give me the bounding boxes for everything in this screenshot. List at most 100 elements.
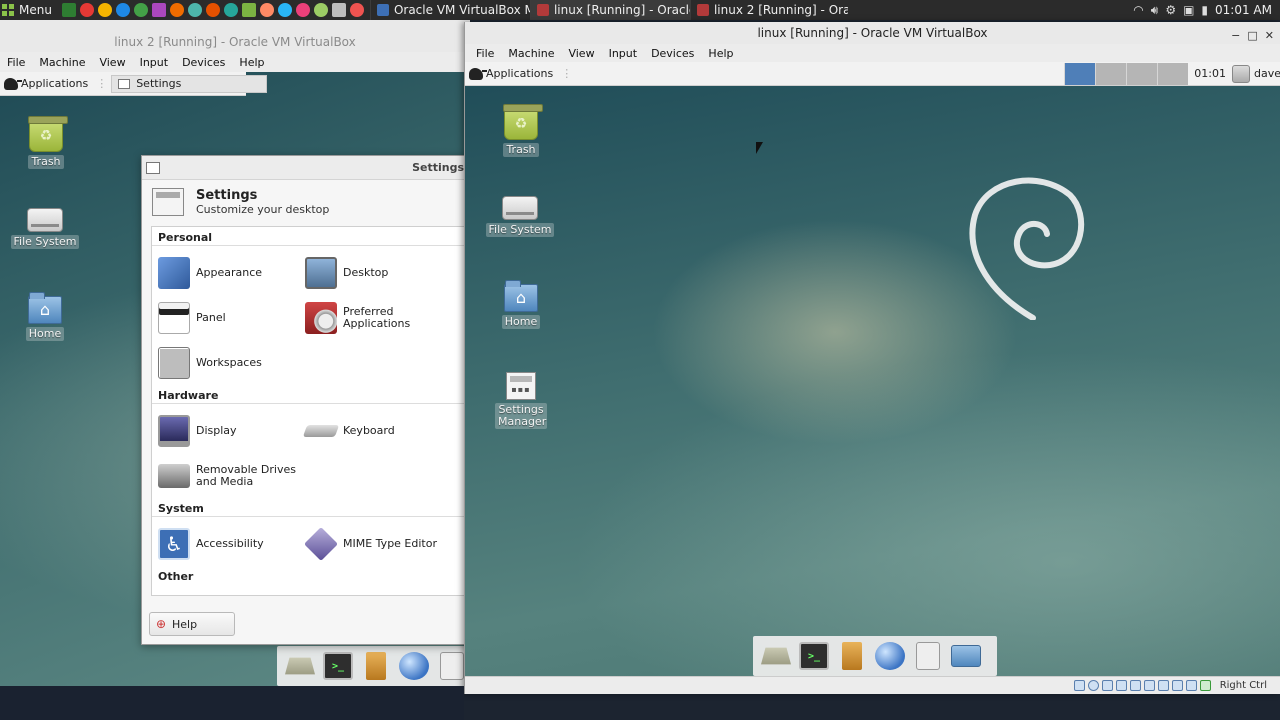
- workspace-1[interactable]: [1064, 62, 1096, 85]
- workspace-3[interactable]: [1126, 62, 1158, 85]
- desktop-icon: [305, 256, 337, 289]
- gear-icon[interactable]: ⚙: [1165, 3, 1176, 17]
- host-task-linux[interactable]: linux [Running] - Oracle...: [529, 0, 690, 20]
- launcher-icon-10[interactable]: [223, 3, 238, 17]
- settings-item-keyboard[interactable]: Keyboard: [302, 408, 452, 453]
- launcher-icon-13[interactable]: [277, 3, 292, 17]
- launcher-icon-8[interactable]: [187, 3, 202, 17]
- menu-file[interactable]: File: [469, 47, 501, 60]
- launcher-icon-4[interactable]: [115, 3, 130, 17]
- menu-input[interactable]: Input: [133, 56, 175, 69]
- desktop-icon-settings-manager[interactable]: Settings Manager: [481, 368, 561, 429]
- maximize-icon[interactable]: □: [1247, 25, 1257, 47]
- launcher-icon-3[interactable]: [97, 3, 112, 17]
- settings-item-accessibility[interactable]: ♿︎ Accessibility: [158, 521, 305, 566]
- volume-icon[interactable]: 🔊︎: [1151, 3, 1159, 18]
- terminal-icon[interactable]: [323, 652, 353, 680]
- optical-drive-icon[interactable]: [1087, 680, 1099, 691]
- close-icon[interactable]: ✕: [1265, 25, 1274, 47]
- launcher-icon-11[interactable]: [241, 3, 256, 17]
- desktop-icon-file-system[interactable]: File System: [5, 202, 85, 249]
- battery-icon[interactable]: ▮: [1201, 3, 1208, 17]
- settings-item-appearance[interactable]: Appearance: [158, 250, 305, 295]
- launcher-icon-16[interactable]: [331, 3, 346, 17]
- workspace-2[interactable]: [1095, 62, 1127, 85]
- vm-window-linux-2[interactable]: linux 2 [Running] - Oracle VM VirtualBox…: [0, 20, 470, 686]
- launcher-icon-14[interactable]: [295, 3, 310, 17]
- vm-window-titlebar[interactable]: linux [Running] - Oracle VM VirtualBox −…: [465, 22, 1280, 44]
- settings-titlebar[interactable]: Settings: [142, 156, 470, 180]
- settings-item-preferred-applications[interactable]: Preferred Applications: [305, 295, 452, 340]
- app-finder-icon[interactable]: [440, 652, 464, 680]
- desktop-icon-trash[interactable]: Trash: [481, 104, 561, 157]
- menu-view[interactable]: View: [561, 47, 601, 60]
- drive-icon[interactable]: [285, 657, 315, 675]
- settings-item-removable-drives[interactable]: Removable Drives and Media: [158, 453, 305, 498]
- host-task-virtualbox-manager[interactable]: Oracle VM VirtualBox M...: [369, 0, 530, 20]
- file-manager-icon[interactable]: [842, 642, 862, 670]
- minimize-icon[interactable]: −: [1231, 25, 1240, 47]
- launcher-icon-12[interactable]: [259, 3, 274, 17]
- menu-help[interactable]: Help: [232, 56, 271, 69]
- menu-machine[interactable]: Machine: [32, 56, 92, 69]
- guest-desktop[interactable]: Applications ⋮ 01:01 dave Trash File Sys…: [465, 62, 1280, 676]
- desktop-icon-file-system[interactable]: File System: [480, 190, 560, 237]
- settings-item-mime-type-editor[interactable]: MIME Type Editor: [304, 521, 452, 566]
- cpu-icon[interactable]: [1185, 680, 1197, 691]
- folder-icon[interactable]: [951, 645, 981, 667]
- usb-icon[interactable]: [1129, 680, 1141, 691]
- web-browser-icon[interactable]: [399, 652, 429, 680]
- video-capture-icon[interactable]: [1171, 680, 1183, 691]
- hard-disk-icon[interactable]: [1073, 680, 1085, 691]
- applications-menu-button[interactable]: Applications: [465, 62, 557, 86]
- settings-manager-icon: [506, 372, 536, 400]
- menu-machine[interactable]: Machine: [501, 47, 561, 60]
- vm-window-linux[interactable]: linux [Running] - Oracle VM VirtualBox −…: [464, 22, 1280, 694]
- network-icon[interactable]: [1115, 680, 1127, 691]
- guest-clock[interactable]: 01:01: [1188, 67, 1232, 80]
- web-browser-icon[interactable]: [875, 642, 905, 670]
- mouse-integration-icon[interactable]: [1199, 680, 1211, 691]
- help-button[interactable]: Help: [149, 612, 235, 636]
- launcher-icon-15[interactable]: [313, 3, 328, 17]
- settings-item-desktop[interactable]: Desktop: [305, 250, 452, 295]
- menu-help[interactable]: Help: [701, 47, 740, 60]
- launcher-icon-2[interactable]: [79, 3, 94, 17]
- launcher-icon-1[interactable]: [61, 3, 76, 17]
- launcher-icon-5[interactable]: [133, 3, 148, 17]
- workspace-4[interactable]: [1157, 62, 1189, 85]
- host-task-linux-2[interactable]: linux 2 [Running] - Orac...: [689, 0, 848, 20]
- host-menu-button[interactable]: Menu: [0, 0, 58, 20]
- app-finder-icon[interactable]: [916, 642, 940, 670]
- applications-menu-button[interactable]: Applications: [0, 72, 92, 96]
- display-icon[interactable]: [1157, 680, 1169, 691]
- terminal-icon[interactable]: [799, 642, 829, 670]
- wifi-icon[interactable]: ◠: [1133, 3, 1143, 17]
- taskbar-button-settings[interactable]: Settings: [111, 74, 268, 93]
- settings-item-workspaces[interactable]: Workspaces: [158, 340, 305, 385]
- audio-icon[interactable]: [1101, 680, 1113, 691]
- launcher-icon-9[interactable]: [205, 3, 220, 17]
- settings-item-display[interactable]: Display: [158, 408, 305, 453]
- shared-folder-icon[interactable]: [1143, 680, 1155, 691]
- window-menu-icon[interactable]: [146, 161, 160, 174]
- drive-icon[interactable]: [761, 647, 791, 665]
- host-clock[interactable]: 01:01 AM: [1215, 3, 1272, 17]
- guest-dock: [753, 636, 997, 676]
- camera-icon[interactable]: ▣: [1183, 3, 1194, 17]
- launcher-icon-17[interactable]: [349, 3, 364, 17]
- settings-dialog[interactable]: Settings Settings Customize your desktop…: [141, 155, 470, 645]
- desktop-icon-trash[interactable]: Trash: [6, 116, 86, 169]
- desktop-icon-home[interactable]: Home: [5, 292, 85, 341]
- launcher-icon-7[interactable]: [169, 3, 184, 17]
- launcher-icon-6[interactable]: [151, 3, 166, 17]
- menu-devices[interactable]: Devices: [644, 47, 701, 60]
- desktop-icon-home[interactable]: Home: [481, 280, 561, 329]
- file-manager-icon[interactable]: [366, 652, 386, 680]
- guest-user-name[interactable]: dave: [1254, 67, 1280, 80]
- menu-file[interactable]: File: [0, 56, 32, 69]
- settings-item-panel[interactable]: Panel: [158, 295, 305, 340]
- menu-devices[interactable]: Devices: [175, 56, 232, 69]
- menu-input[interactable]: Input: [602, 47, 644, 60]
- menu-view[interactable]: View: [92, 56, 132, 69]
